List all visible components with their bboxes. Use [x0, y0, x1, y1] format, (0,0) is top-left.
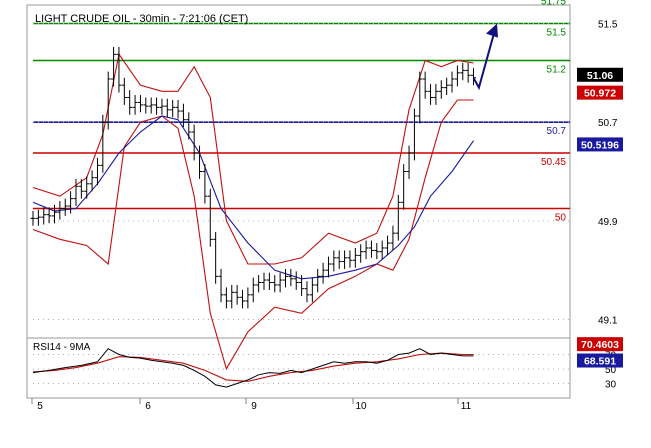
chart-root: 51.7551.551.250.750.4550 305070 56910114…	[0, 0, 651, 448]
rsi-badge-label-0: 70.4603	[581, 339, 619, 351]
level-label-0: 51.75	[541, 0, 566, 8]
x-tick-label-2: 9	[251, 401, 257, 412]
chart-title: LIGHT CRUDE OIL - 30min - 7:21:06 (CET)	[35, 13, 248, 25]
y-tick-label-2: 50.7	[598, 118, 618, 129]
price-badge-label-2: 50.5196	[581, 139, 619, 151]
x-tick-label-0: 5	[37, 401, 43, 412]
y-tick-label-1: 49.9	[598, 217, 618, 228]
rsi-title: RSI14 - 9MA	[33, 342, 91, 353]
y-tick-label-0: 49.1	[598, 316, 618, 327]
level-label-3: 50.7	[547, 126, 567, 137]
x-tick-label-4: 11	[461, 401, 472, 412]
x-tick-label-3: 10	[355, 401, 367, 412]
x-tick-label-1: 6	[145, 401, 151, 412]
rsi-y-tick-label-0: 30	[605, 380, 617, 391]
price-chart: 51.7551.551.250.750.4550 305070 56910114…	[0, 0, 651, 448]
price-badge-label-1: 50.972	[584, 88, 616, 100]
level-label-2: 51.2	[547, 65, 567, 76]
y-tick-label-3: 51.5	[598, 20, 618, 31]
level-label-5: 50	[555, 213, 567, 224]
level-label-1: 51.5	[547, 28, 567, 39]
level-label-4: 50.45	[541, 157, 566, 168]
price-badge-label-0: 51.06	[587, 70, 613, 82]
rsi-badge-label-1: 68.591	[584, 356, 616, 368]
